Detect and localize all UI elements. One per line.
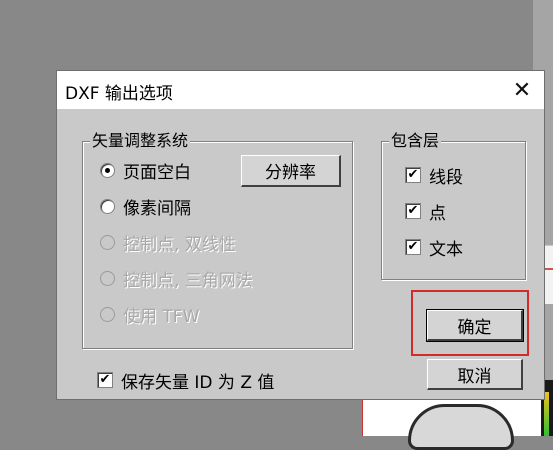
include-layers-group: 包含层 ✔ 线段 ✔ 点 ✔ 文本 (381, 131, 526, 280)
dxf-export-dialog: DXF 输出选项 ✕ 矢量调整系统 页面空白 像素间隔 控制点, 双线性 控制点… (56, 70, 545, 400)
checkbox-label: 文本 (429, 239, 463, 260)
radio-control-bilinear: 控制点, 双线性 (100, 229, 236, 255)
radio-label: 控制点, 三角网法 (123, 270, 253, 291)
dialog-title: DXF 输出选项 (65, 84, 173, 104)
dialog-titlebar[interactable]: DXF 输出选项 ✕ (57, 71, 544, 109)
radio-label: 控制点, 双线性 (123, 234, 236, 255)
radio-indicator-disabled (100, 306, 115, 322)
checkbox-label: 保存矢量 ID 为 Z 值 (121, 372, 275, 393)
checkbox-label: 点 (429, 203, 446, 224)
checkbox-label: 线段 (429, 167, 463, 188)
radio-indicator-disabled (100, 234, 115, 250)
cancel-button[interactable]: 取消 (427, 359, 523, 390)
vector-group-title: 矢量调整系统 (90, 131, 191, 151)
radio-indicator-selected[interactable] (100, 162, 115, 178)
close-icon[interactable]: ✕ (501, 72, 543, 108)
vector-adjust-group: 矢量调整系统 页面空白 像素间隔 控制点, 双线性 控制点, 三角网法 使用 T… (82, 131, 353, 349)
check-icon[interactable]: ✔ (405, 167, 421, 183)
checkbox-points[interactable]: ✔ 点 (405, 198, 446, 224)
radio-pixel-spacing[interactable]: 像素间隔 (100, 193, 191, 219)
radio-control-triangulation: 控制点, 三角网法 (100, 265, 253, 291)
checkbox-segments[interactable]: ✔ 线段 (405, 162, 463, 188)
checkbox-save-id-as-z[interactable]: ✔ 保存矢量 ID 为 Z 值 (97, 367, 274, 393)
layers-group-title: 包含层 (389, 131, 442, 151)
check-icon[interactable]: ✔ (405, 239, 421, 255)
radio-indicator-disabled (100, 270, 115, 286)
background-drawing (408, 404, 514, 450)
radio-label: 像素间隔 (123, 198, 191, 219)
checkbox-text[interactable]: ✔ 文本 (405, 234, 463, 260)
radio-page-margin[interactable]: 页面空白 (100, 157, 191, 183)
ok-button[interactable]: 确定 (426, 309, 524, 342)
check-icon[interactable]: ✔ (405, 203, 421, 219)
radio-use-tfw: 使用 TFW (100, 301, 199, 327)
radio-label: 使用 TFW (123, 306, 200, 327)
check-icon[interactable]: ✔ (97, 372, 113, 388)
radio-label: 页面空白 (123, 162, 191, 183)
dialog-body: 矢量调整系统 页面空白 像素间隔 控制点, 双线性 控制点, 三角网法 使用 T… (57, 109, 544, 399)
radio-indicator[interactable] (100, 198, 115, 214)
resolution-button[interactable]: 分辨率 (241, 155, 341, 187)
